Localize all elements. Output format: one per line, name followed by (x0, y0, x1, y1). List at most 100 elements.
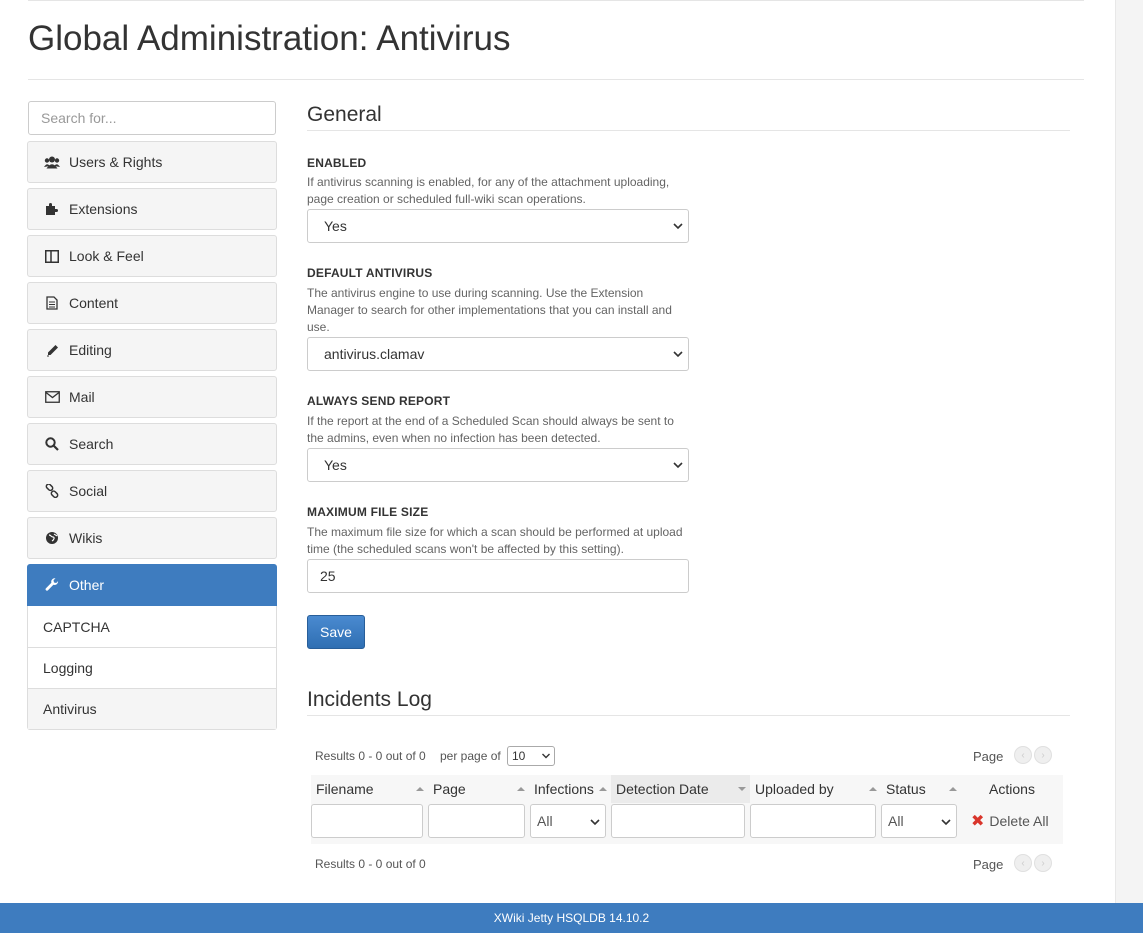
per-page-value: 10 (512, 749, 526, 763)
sidebar-item-label: Look & Feel (69, 248, 144, 264)
enabled-select[interactable]: Yes (307, 209, 689, 243)
sidebar-item-content[interactable]: Content (27, 282, 277, 324)
max-file-size-input[interactable] (307, 559, 689, 593)
results-summary-bottom: Results 0 - 0 out of 0 (315, 857, 426, 871)
chevron-down-icon (941, 819, 951, 826)
always-send-report-select-value: Yes (324, 457, 347, 473)
column-header-actions: Actions (989, 781, 1035, 797)
puzzle-icon (43, 202, 61, 216)
sort-icon (869, 787, 877, 791)
envelope-icon (43, 390, 61, 404)
sidebar-item-label: Mail (69, 389, 95, 405)
next-page-icon[interactable]: › (1034, 746, 1052, 764)
infections-filter-select[interactable]: All (530, 804, 606, 838)
sidebar-item-label: Wikis (69, 530, 103, 546)
enabled-help: If antivirus scanning is enabled, for an… (307, 175, 670, 206)
sort-icon (517, 787, 525, 791)
column-header-uploaded-by[interactable]: Uploaded by (750, 775, 881, 803)
sort-icon (599, 787, 607, 791)
sort-desc-icon (738, 787, 746, 791)
sidebar-item-users-rights[interactable]: Users & Rights (27, 141, 277, 183)
pagination-bottom: ‹ › (1014, 854, 1054, 874)
always-send-report-select[interactable]: Yes (307, 448, 689, 482)
sort-icon (949, 787, 957, 791)
chevron-down-icon (673, 351, 683, 358)
sidebar-item-social[interactable]: Social (27, 470, 277, 512)
column-header-infections[interactable]: Infections (529, 775, 611, 803)
sidebar-item-other[interactable]: Other (27, 564, 277, 606)
delete-icon: ✖ (971, 813, 985, 830)
sidebar-item-label: Content (69, 295, 119, 311)
default-antivirus-select-value: antivirus.clamav (324, 346, 425, 362)
default-antivirus-label: DEFAULT ANTIVIRUS (307, 266, 433, 280)
sidebar-item-search[interactable]: Search (27, 423, 277, 465)
page-right-gutter (1115, 0, 1143, 903)
wrench-icon (43, 578, 61, 592)
per-page-select[interactable]: 10 (507, 746, 555, 766)
sidebar-item-label: Users & Rights (69, 154, 163, 170)
column-header-detection-date[interactable]: Detection Date (611, 775, 750, 803)
link-icon (43, 484, 61, 498)
column-header-status[interactable]: Status (881, 775, 961, 803)
always-send-report-help: If the report at the end of a Scheduled … (307, 414, 674, 445)
page-filter-input[interactable] (428, 804, 525, 838)
sidebar-subitem-antivirus[interactable]: Antivirus (28, 688, 276, 729)
sidebar-subitem-captcha[interactable]: CAPTCHA (28, 606, 276, 647)
users-icon (43, 155, 61, 169)
sidebar-item-label: Search (69, 436, 114, 452)
incidents-log-title: Incidents Log (307, 688, 432, 711)
uploaded-by-filter-input[interactable] (750, 804, 876, 838)
prev-page-icon[interactable]: ‹ (1014, 854, 1032, 872)
chevron-down-icon (673, 223, 683, 230)
page-footer: XWiki Jetty HSQLDB 14.10.2 (0, 903, 1143, 933)
title-divider (28, 79, 1084, 80)
always-send-report-label: ALWAYS SEND REPORT (307, 394, 451, 408)
sidebar-item-wikis[interactable]: Wikis (27, 517, 277, 559)
prev-page-icon[interactable]: ‹ (1014, 746, 1032, 764)
max-file-size-label: MAXIMUM FILE SIZE (307, 505, 429, 519)
pagination-top: ‹ › (1014, 746, 1054, 766)
default-antivirus-select[interactable]: antivirus.clamav (307, 337, 689, 371)
sidebar-item-label: Extensions (69, 201, 138, 217)
search-icon (43, 437, 61, 451)
globe-icon (43, 531, 61, 545)
sidebar-item-extensions[interactable]: Extensions (27, 188, 277, 230)
delete-all-button[interactable]: ✖ Delete All (971, 811, 1049, 831)
sort-icon (416, 787, 424, 791)
max-file-size-help: The maximum file size for which a scan s… (307, 525, 683, 556)
save-button[interactable]: Save (307, 615, 365, 649)
pencil-icon (43, 343, 61, 357)
delete-all-label: Delete All (989, 813, 1049, 829)
sidebar-item-mail[interactable]: Mail (27, 376, 277, 418)
general-section-title: General (307, 103, 382, 126)
page-label-bottom: Page (973, 857, 1004, 872)
sidebar-item-editing[interactable]: Editing (27, 329, 277, 371)
incidents-table-header: Filename Page Infections Detection Date … (311, 775, 1063, 803)
per-page-label: per page of (440, 749, 501, 763)
sidebar-subnav-other: CAPTCHA Logging Antivirus (27, 606, 277, 730)
enabled-select-value: Yes (324, 218, 347, 234)
results-summary-top: Results 0 - 0 out of 0 (315, 749, 426, 763)
sidebar-subitem-logging[interactable]: Logging (28, 647, 276, 688)
column-header-page[interactable]: Page (428, 775, 529, 803)
default-antivirus-help: The antivirus engine to use during scann… (307, 286, 672, 334)
column-header-filename[interactable]: Filename (311, 775, 428, 803)
incidents-log-divider (307, 715, 1070, 716)
sidebar-item-label: Social (69, 483, 108, 499)
admin-sidebar-nav: Users & Rights Extensions Look & Feel Co… (27, 141, 277, 730)
general-section-divider (307, 130, 1070, 131)
filename-filter-input[interactable] (311, 804, 423, 838)
sidebar-item-label: Editing (69, 342, 112, 358)
document-icon (43, 296, 61, 310)
chevron-down-icon (542, 753, 550, 759)
chevron-down-icon (590, 819, 600, 826)
status-filter-select[interactable]: All (881, 804, 957, 838)
page-title: Global Administration: Antivirus (28, 19, 511, 58)
footer-version-text: XWiki Jetty HSQLDB 14.10.2 (493, 911, 650, 925)
sidebar-item-look-feel[interactable]: Look & Feel (27, 235, 277, 277)
top-divider (28, 0, 1084, 1)
admin-search-input[interactable] (28, 101, 276, 135)
detection-date-filter-input[interactable] (611, 804, 745, 838)
chevron-down-icon (673, 462, 683, 469)
next-page-icon[interactable]: › (1034, 854, 1052, 872)
